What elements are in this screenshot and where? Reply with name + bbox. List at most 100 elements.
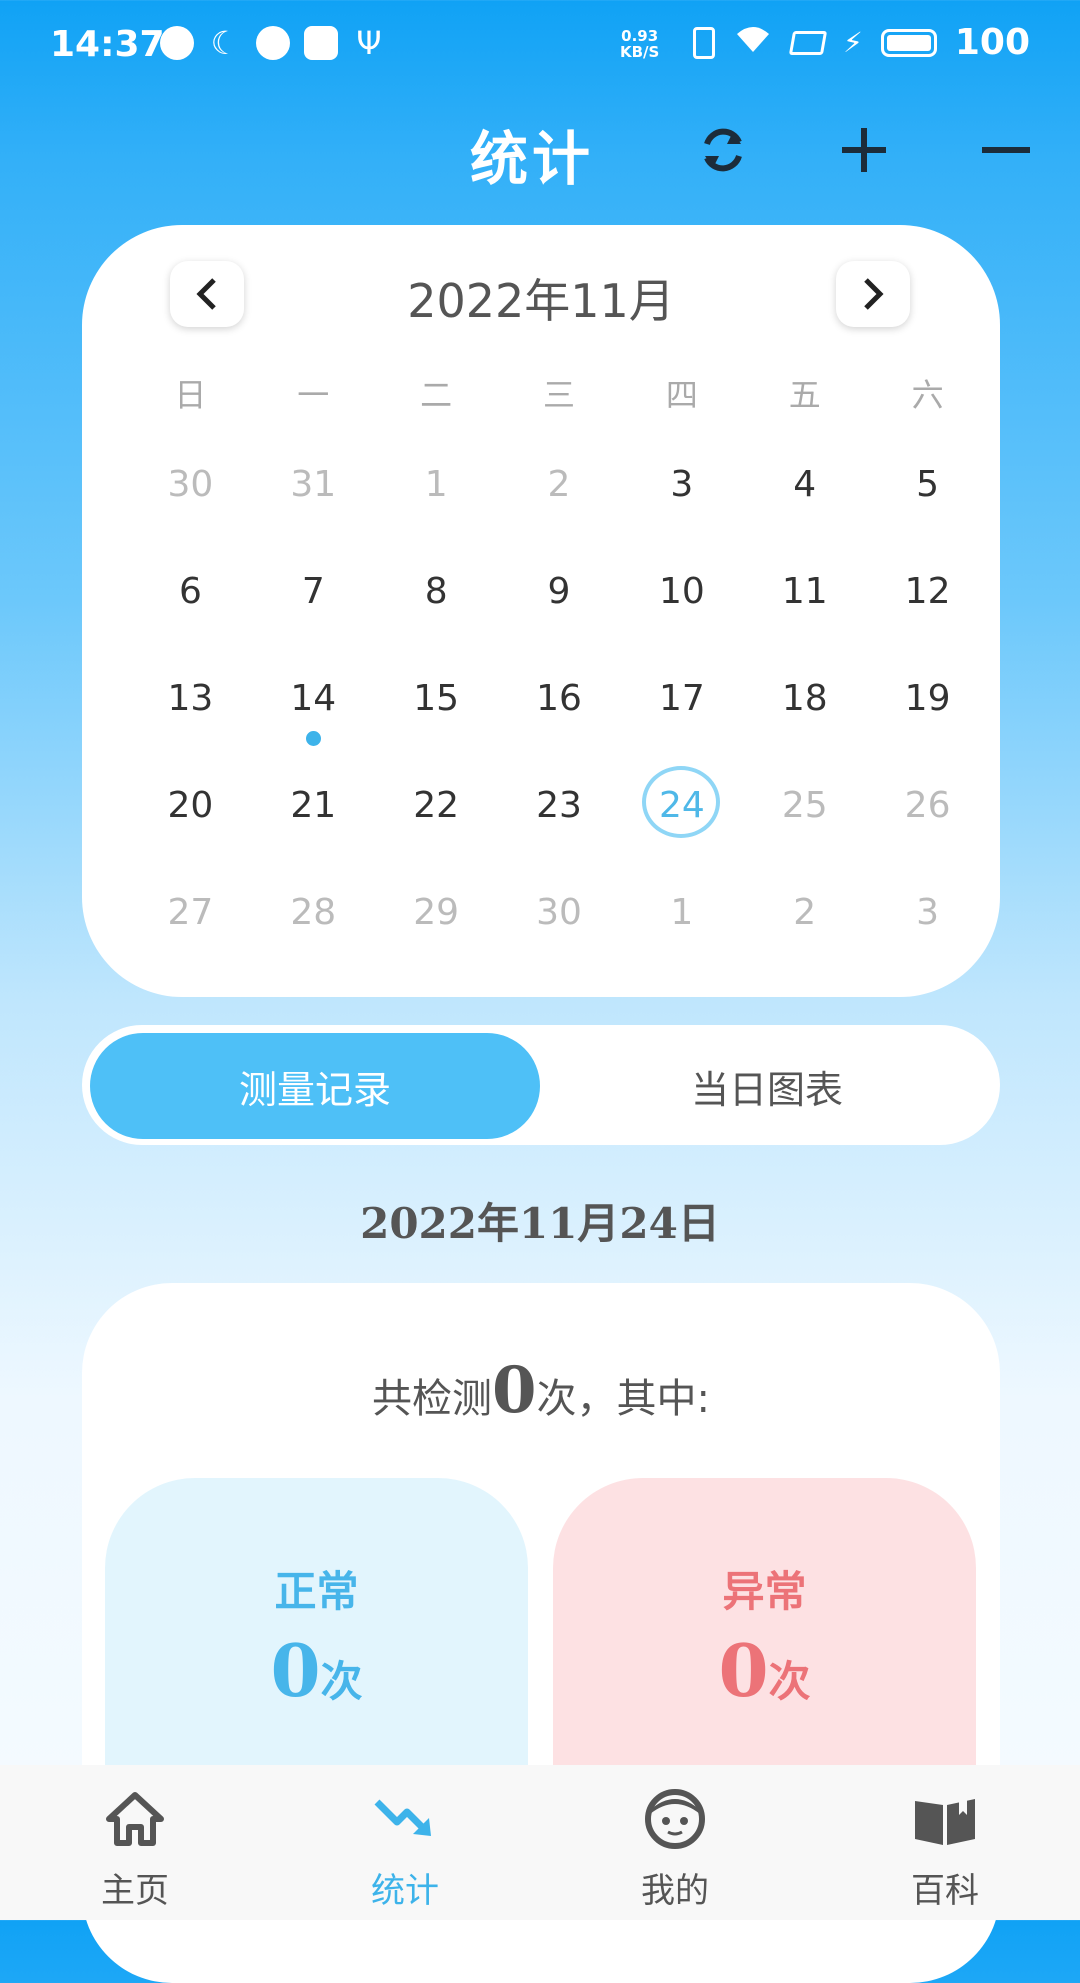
tab-daily-chart[interactable]: 当日图表	[542, 1033, 992, 1139]
refresh-button[interactable]	[683, 110, 763, 190]
normal-unit: 次	[320, 1657, 363, 1706]
calendar-day[interactable]: 15	[375, 657, 498, 764]
calendar-day[interactable]: 10	[620, 550, 743, 657]
summary-total: 共检测0次，其中:	[82, 1353, 1000, 1428]
calendar-day[interactable]: 6	[129, 550, 252, 657]
calendar-day-number: 26	[904, 785, 951, 826]
calendar-week-row: 30 31 1 2 3 4 5	[129, 443, 989, 550]
calendar-day[interactable]: 16	[498, 657, 621, 764]
selected-date: 2022年11月24日	[360, 1199, 720, 1248]
calendar-day-number: 25	[781, 785, 828, 826]
weekday-label: 一	[297, 376, 330, 414]
calendar-day[interactable]: 3	[620, 443, 743, 550]
tab-measurement-records[interactable]: 测量记录	[90, 1033, 540, 1139]
calendar-day-number: 23	[536, 785, 582, 826]
calendar-day-number: 7	[301, 571, 325, 612]
calendar-day[interactable]: 2	[743, 871, 866, 978]
view-tabs: 测量记录 当日图表	[82, 1025, 1000, 1145]
nav-mine[interactable]: 我的	[540, 1765, 810, 1920]
calendar-day[interactable]: 23	[498, 764, 621, 871]
calendar-day[interactable]: 7	[252, 550, 375, 657]
calendar-day[interactable]: 30	[498, 871, 621, 978]
calendar-day-number: 2	[793, 892, 817, 933]
summary-prefix: 共检测	[371, 1376, 492, 1422]
calendar-day[interactable]: 8	[375, 550, 498, 657]
calendar-day[interactable]: 13	[129, 657, 252, 764]
calendar-day-number: 2	[547, 464, 571, 505]
calendar-day[interactable]: 18	[743, 657, 866, 764]
chevron-right-icon	[864, 278, 884, 310]
notification-icons: ☾ Ψ	[160, 26, 386, 60]
weekday-label: 四	[665, 376, 698, 414]
sim-card-icon	[789, 30, 828, 55]
abnormal-value: 0次	[553, 1628, 976, 1713]
calendar-day[interactable]: 19	[866, 657, 989, 764]
calendar-day[interactable]: 25	[743, 764, 866, 871]
next-month-button[interactable]	[836, 261, 910, 327]
status-bar: 14:37 ☾ Ψ 0.93 KB/S ⚡ 100	[0, 0, 1080, 95]
system-icons: ⚡ 100	[693, 22, 1030, 63]
nav-stats[interactable]: 统计	[270, 1765, 540, 1920]
calendar-day-number: 3	[916, 892, 940, 933]
network-speed-value: 0.93	[621, 27, 659, 45]
calendar-day-number: 19	[904, 678, 951, 719]
nav-mine-label: 我的	[641, 1871, 709, 1911]
weekday-label: 二	[420, 376, 453, 414]
network-speed-unit: KB/S	[620, 43, 660, 61]
calendar-day[interactable]: 22	[375, 764, 498, 871]
calendar-day-number: 27	[167, 892, 214, 933]
calendar-day[interactable]: 4	[743, 443, 866, 550]
normal-label: 正常	[274, 1567, 359, 1616]
calendar-day[interactable]: 26	[866, 764, 989, 871]
calendar-day[interactable]: 12	[866, 550, 989, 657]
nav-home[interactable]: 主页	[0, 1765, 270, 1920]
minus-icon	[982, 147, 1030, 153]
normal-value: 0次	[105, 1628, 528, 1713]
weekday-label: 五	[788, 376, 821, 414]
calendar-day-number: 22	[413, 785, 460, 826]
abnormal-label: 异常	[722, 1567, 807, 1616]
calendar-day[interactable]: 30	[129, 443, 252, 550]
nav-wiki[interactable]: 百科	[810, 1765, 1080, 1920]
trend-down-icon	[374, 1799, 431, 1836]
calendar-day[interactable]: 21	[252, 764, 375, 871]
calendar-day-number: 1	[670, 892, 694, 933]
calendar-day[interactable]: 31	[252, 443, 375, 550]
calendar-day[interactable]: 28	[252, 871, 375, 978]
calendar-day-number: 30	[536, 892, 582, 933]
bottom-nav: 主页 统计 我的 百科	[0, 1765, 1080, 1920]
calendar-day[interactable]: 29	[375, 871, 498, 978]
app-notification-icon	[160, 26, 194, 60]
calendar-day-number: 30	[167, 464, 214, 505]
calendar-day[interactable]: 11	[743, 550, 866, 657]
calendar-day-number: 18	[781, 678, 828, 719]
calendar-day[interactable]: 14	[252, 657, 375, 764]
refresh-icon	[704, 128, 742, 172]
calendar-day-number: 13	[167, 678, 214, 719]
remove-button[interactable]	[966, 110, 1046, 190]
calendar-day-number: 29	[413, 892, 460, 933]
status-time: 14:37	[50, 24, 165, 65]
calendar-day[interactable]: 1	[620, 871, 743, 978]
summary-count: 0	[491, 1353, 537, 1428]
calendar-day[interactable]: 27	[129, 871, 252, 978]
book-icon	[915, 1793, 975, 1845]
plus-icon	[842, 128, 886, 172]
calendar-day[interactable]: 5	[866, 443, 989, 550]
calendar-day[interactable]: 17	[620, 657, 743, 764]
add-button[interactable]	[824, 110, 904, 190]
calendar-day-number: 11	[781, 571, 828, 612]
calendar-day-number: 9	[547, 571, 571, 612]
calendar-day-today[interactable]: 24	[620, 764, 743, 871]
page-title: 统计	[470, 125, 595, 193]
weekday-label: 六	[911, 376, 944, 414]
calendar-week-row: 20 21 22 23 24 25 26	[129, 764, 989, 871]
calendar-day-number: 31	[290, 464, 337, 505]
calendar-day[interactable]: 20	[129, 764, 252, 871]
calendar-day[interactable]: 9	[498, 550, 621, 657]
weekday-label: 三	[543, 376, 576, 414]
calendar-day[interactable]: 3	[866, 871, 989, 978]
calendar-day[interactable]: 1	[375, 443, 498, 550]
calendar-day[interactable]: 2	[498, 443, 621, 550]
weekday-header: 日 一 二 三 四 五 六	[129, 370, 989, 416]
